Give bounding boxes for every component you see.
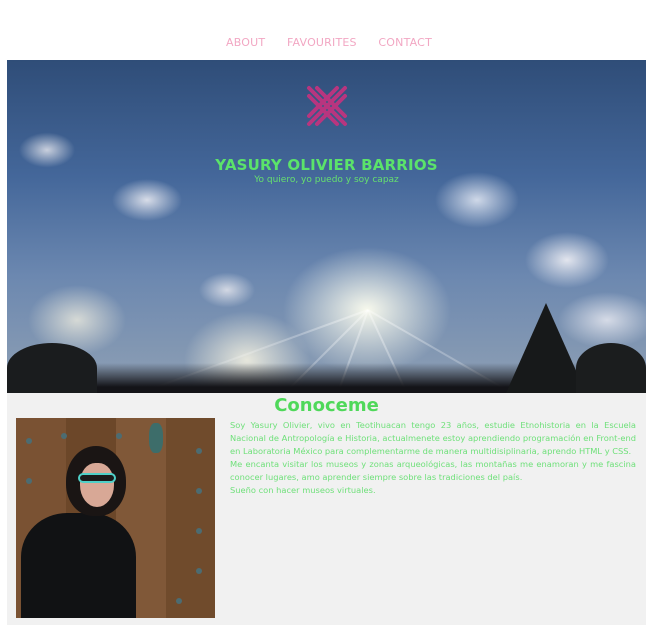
about-paragraph: Sueño con hacer museos virtuales.	[230, 485, 376, 495]
site-title: YASURY OLIVIER BARRIOS	[215, 156, 438, 174]
pine-tree-silhouette	[506, 303, 586, 393]
tree-silhouette-right	[576, 343, 646, 393]
nav-favourites-link[interactable]: FAVOURITES	[287, 36, 357, 49]
about-section: Conoceme Soy Yasury Olivier, vivo en Teo…	[7, 393, 646, 625]
about-heading: Conoceme	[274, 395, 379, 416]
top-nav: ABOUT FAVOURITES CONTACT	[0, 36, 658, 49]
about-paragraph: Me encanta visitar los museos y zonas ar…	[230, 459, 636, 482]
profile-photo	[16, 418, 215, 618]
hero-banner: YASURY OLIVIER BARRIOS Yo quiero, yo pue…	[7, 60, 646, 393]
cross-stitch-logo-icon	[307, 86, 347, 126]
nav-about-link[interactable]: ABOUT	[226, 36, 265, 49]
nav-contact-link[interactable]: CONTACT	[378, 36, 432, 49]
person-face	[80, 463, 114, 507]
person-jacket	[21, 513, 136, 618]
site-tagline: Yo quiero, yo puedo y soy capaz	[254, 175, 399, 185]
door-knocker	[149, 423, 163, 453]
about-text: Soy Yasury Olivier, vivo en Teotihuacan …	[230, 419, 636, 497]
sunglasses	[78, 473, 116, 483]
tree-silhouette-left	[7, 343, 97, 393]
about-paragraph: Soy Yasury Olivier, vivo en Teotihuacan …	[230, 420, 636, 456]
